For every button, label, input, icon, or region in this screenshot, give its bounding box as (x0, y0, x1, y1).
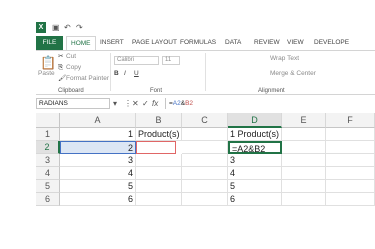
cell-c4[interactable] (182, 167, 228, 180)
cell-e1[interactable] (282, 128, 326, 141)
ribbon-divider (110, 53, 111, 91)
copy-icon[interactable]: ⎘ (58, 64, 63, 72)
font-group-label: Font (150, 88, 163, 94)
tab-insert[interactable]: INSERT (100, 36, 124, 50)
tab-home[interactable]: HOME (66, 36, 96, 50)
cell-c5[interactable] (182, 180, 228, 193)
cell-b2[interactable] (136, 141, 176, 154)
cell-b1[interactable]: Product(s) (136, 128, 182, 141)
wrap-text-button[interactable]: Wrap Text (270, 55, 299, 63)
insert-function-icon[interactable]: fx (152, 98, 158, 109)
underline-button[interactable]: U (134, 70, 139, 78)
cell-d5[interactable]: 5 (228, 180, 282, 193)
cell-c3[interactable] (182, 154, 228, 167)
cut-button[interactable]: Cut (66, 53, 76, 61)
cell-d1[interactable]: 1 Product(s) (228, 128, 282, 141)
row-header[interactable]: 6 (36, 193, 60, 206)
cell-e3[interactable] (282, 154, 326, 167)
clipboard-group-label: Clipboard (58, 88, 84, 94)
cell-f1[interactable] (326, 128, 375, 141)
tab-data[interactable]: DATA (225, 36, 241, 50)
cell-f4[interactable] (326, 167, 375, 180)
paste-icon[interactable]: 📋 (40, 56, 56, 69)
cell-a3[interactable]: 3 (60, 154, 136, 167)
cell-c1[interactable] (182, 128, 228, 141)
cell-b4[interactable] (136, 167, 182, 180)
cut-icon[interactable]: ✂ (58, 53, 63, 61)
cell-e4[interactable] (282, 167, 326, 180)
column-header-b[interactable]: B (136, 113, 182, 128)
tab-file[interactable]: FILE (36, 36, 63, 50)
row-header[interactable]: 3 (36, 154, 60, 167)
cell-f2[interactable] (326, 141, 375, 154)
row-header[interactable]: 4 (36, 167, 60, 180)
cell-a6[interactable]: 6 (60, 193, 136, 206)
cell-d6[interactable]: 6 (228, 193, 282, 206)
cell-c2[interactable] (182, 141, 228, 154)
cell-a1[interactable]: 1 (60, 128, 136, 141)
tab-developer[interactable]: DEVELOPE (314, 36, 349, 50)
paste-button[interactable]: Paste (38, 70, 55, 78)
enter-icon[interactable]: ✓ (142, 98, 149, 109)
font-name-select[interactable]: Calibri (114, 56, 159, 65)
font-size-select[interactable]: 11 (162, 56, 180, 65)
format-painter-button[interactable]: Format Painter (66, 75, 109, 83)
tab-page-layout[interactable]: PAGE LAYOUT (132, 36, 177, 50)
excel-logo-icon: X (36, 22, 46, 33)
cell-a2[interactable]: 2 (60, 141, 136, 154)
cancel-icon[interactable]: ✕ (132, 98, 139, 109)
cell-f6[interactable] (326, 193, 375, 206)
alignment-group-label: Alignment (258, 88, 285, 94)
italic-button[interactable]: I (124, 70, 126, 78)
merge-center-button[interactable]: Merge & Center (270, 70, 316, 78)
column-header-d[interactable]: D (228, 113, 282, 128)
cell-b3[interactable] (136, 154, 182, 167)
bold-button[interactable]: B (114, 70, 119, 78)
cell-b6[interactable] (136, 193, 182, 206)
row-header[interactable]: 2 (36, 141, 60, 154)
select-all-corner[interactable] (36, 113, 60, 128)
save-icon[interactable]: ▣ (52, 22, 60, 33)
formula-bar-menu-icon: ⋮ (124, 99, 132, 108)
copy-button[interactable]: Copy (66, 64, 81, 72)
cell-d2[interactable]: =A2&B2 (228, 141, 282, 154)
cell-f3[interactable] (326, 154, 375, 167)
cell-e6[interactable] (282, 193, 326, 206)
cell-c6[interactable] (182, 193, 228, 206)
tab-review[interactable]: REVIEW (254, 36, 280, 50)
name-box-dropdown-icon[interactable]: ▾ (113, 98, 117, 109)
cell-d4[interactable]: 4 (228, 167, 282, 180)
tab-view[interactable]: VIEW (287, 36, 304, 50)
cell-e5[interactable] (282, 180, 326, 193)
column-header-e[interactable]: E (282, 113, 326, 128)
cell-e2[interactable] (282, 141, 326, 154)
tab-formulas[interactable]: FORMULAS (180, 36, 216, 50)
column-header-c[interactable]: C (182, 113, 228, 128)
row-header[interactable]: 5 (36, 180, 60, 193)
cell-a5[interactable]: 5 (60, 180, 136, 193)
row-header[interactable]: 1 (36, 128, 60, 141)
ribbon-divider (205, 53, 206, 91)
cell-f5[interactable] (326, 180, 375, 193)
undo-icon[interactable]: ↶ (64, 22, 71, 33)
cell-b5[interactable] (136, 180, 182, 193)
formula-input[interactable]: =A2&B2 (165, 98, 375, 109)
redo-icon[interactable]: ↷ (76, 22, 83, 33)
column-header-a[interactable]: A (60, 113, 136, 128)
name-box[interactable]: RADIANS (36, 98, 110, 109)
cell-a4[interactable]: 4 (60, 167, 136, 180)
column-header-f[interactable]: F (326, 113, 375, 128)
cell-d3[interactable]: 3 (228, 154, 282, 167)
